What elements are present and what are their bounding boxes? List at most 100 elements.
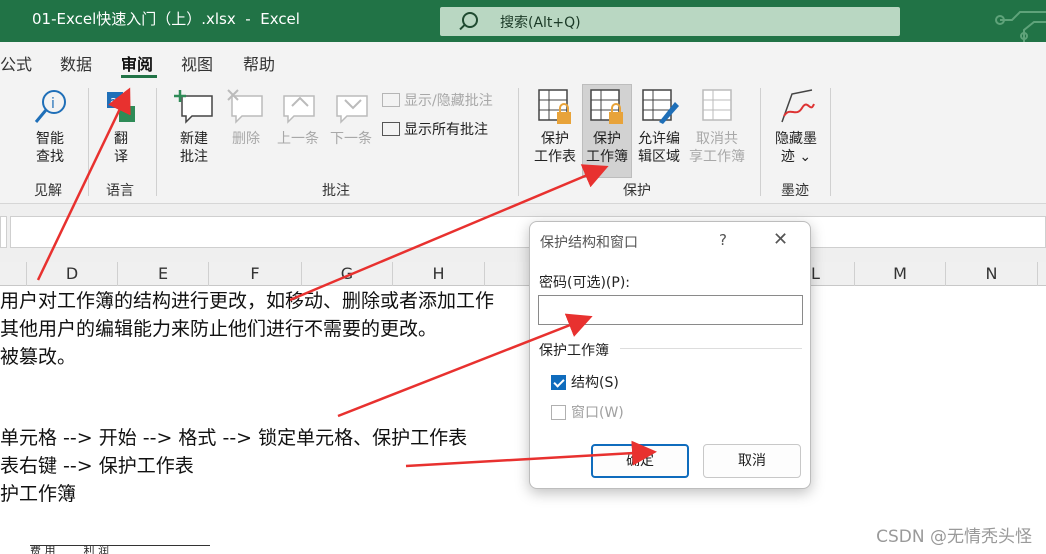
column-header-d[interactable]: D: [27, 262, 118, 286]
protect-workbook-button[interactable]: 保护 工作簿: [582, 84, 632, 178]
password-field[interactable]: [538, 295, 803, 325]
tab-review[interactable]: 审阅: [121, 51, 153, 75]
delete-comment-label: 删除: [232, 131, 260, 147]
search-icon: [462, 12, 478, 28]
unshare-workbook-icon: [697, 88, 737, 126]
ok-button[interactable]: 确定: [591, 444, 689, 478]
show-all-comments-button[interactable]: 显示所有批注: [382, 119, 488, 139]
cell-text-line: 其他用户的编辑能力来防止他们进行不需要的更改。: [0, 318, 438, 340]
column-header-m[interactable]: M: [855, 262, 946, 286]
translate-icon: a: [101, 88, 141, 126]
tab-formulas[interactable]: 公式: [0, 51, 32, 75]
delete-comment-button[interactable]: 删除: [224, 88, 268, 148]
comments-list-icon: [382, 122, 400, 136]
previous-comment-icon: [278, 88, 318, 126]
unshare-workbook-label: 取消共 享工作簿: [689, 131, 745, 165]
comment-toggle-icon: [382, 93, 400, 107]
column-header-n[interactable]: N: [946, 262, 1038, 286]
window-checkbox[interactable]: 窗口(W): [551, 402, 624, 422]
next-comment-icon: [331, 88, 371, 126]
structure-checkbox[interactable]: 结构(S): [551, 372, 619, 392]
group-divider: [88, 88, 89, 196]
allow-edit-ranges-label: 允许编 辑区域: [638, 131, 680, 165]
protect-workbook-label: 保护 工作簿: [586, 131, 628, 165]
next-comment-button[interactable]: 下一条: [326, 88, 376, 148]
group-label-insights: 见解: [34, 183, 62, 199]
translate-button[interactable]: a 翻 译: [98, 88, 144, 166]
new-comment-label: 新建 批注: [180, 131, 208, 165]
group-divider: [830, 88, 831, 196]
menu-bar: 公式 数据 审阅 视图 帮助: [0, 42, 1046, 82]
close-button[interactable]: ✕: [773, 229, 788, 250]
ribbon: i 智能 查找 a 翻 译 新建 批注 删除 上一条 下一条 显示/隐藏批注 显…: [0, 82, 1046, 204]
name-box[interactable]: [0, 216, 7, 248]
column-header-g[interactable]: G: [302, 262, 393, 286]
search-box[interactable]: 搜索(Alt+Q): [440, 7, 900, 36]
help-button[interactable]: ?: [719, 231, 727, 249]
allow-edit-ranges-button[interactable]: 允许编 辑区域: [634, 88, 684, 166]
group-label-protect: 保护: [623, 183, 651, 199]
group-divider: [518, 88, 519, 196]
column-headers: D E F G H L M N: [0, 262, 1046, 286]
cell-text-line: 护工作簿: [0, 483, 77, 505]
smart-lookup-button[interactable]: i 智能 查找: [24, 88, 76, 166]
group-divider: [760, 88, 761, 196]
protect-sheet-button[interactable]: 保护 工作表: [530, 88, 580, 166]
delete-comment-icon: [226, 88, 266, 126]
column-header-partial[interactable]: [0, 262, 27, 286]
unshare-workbook-button[interactable]: 取消共 享工作簿: [686, 88, 748, 166]
new-comment-button[interactable]: 新建 批注: [168, 88, 220, 166]
group-divider: [156, 88, 157, 196]
show-hide-comment-button[interactable]: 显示/隐藏批注: [382, 90, 493, 110]
protect-sheet-label: 保护 工作表: [534, 131, 576, 165]
hide-ink-button[interactable]: 隐藏墨 迹 ⌄: [770, 88, 822, 166]
protect-workbook-icon: [587, 88, 627, 126]
smart-lookup-label: 智能 查找: [36, 131, 64, 165]
checkbox-unchecked-icon: [551, 405, 566, 420]
new-comment-icon: [174, 88, 214, 126]
column-header-l[interactable]: L: [811, 262, 855, 286]
tab-help[interactable]: 帮助: [243, 51, 275, 75]
hide-ink-icon: [776, 88, 816, 126]
column-header-h[interactable]: H: [393, 262, 485, 286]
formula-input[interactable]: [10, 216, 1046, 248]
smart-lookup-icon: i: [30, 88, 70, 126]
group-label-language: 语言: [106, 183, 134, 199]
cell-text-line: 单元格 --> 开始 --> 格式 --> 锁定单元格、保护工作表: [0, 427, 468, 449]
checkbox-checked-icon: [551, 375, 566, 390]
protect-workbook-section-label: 保护工作簿: [539, 343, 609, 359]
worksheet-grid[interactable]: 用户对工作簿的结构进行更改，如移动、删除或者添加工作 其他用户的编辑能力来防止他…: [0, 286, 1046, 554]
search-placeholder: 搜索(Alt+Q): [500, 15, 581, 31]
dialog-title: 保护结构和窗口: [540, 235, 638, 251]
column-header-e[interactable]: E: [118, 262, 209, 286]
column-header-i[interactable]: [485, 262, 530, 286]
table-fragment: 费 用 利 润: [30, 545, 210, 554]
tab-view[interactable]: 视图: [181, 51, 213, 75]
cell-text-line: 表右键 --> 保护工作表: [0, 455, 194, 477]
previous-comment-label: 上一条: [277, 131, 319, 147]
structure-label: 结构(S): [571, 375, 619, 391]
section-divider: [620, 348, 802, 349]
document-title: 01-Excel快速入门（上）.xlsx - Excel: [32, 10, 300, 28]
group-label-ink: 墨迹: [781, 183, 809, 199]
cell-text-line: 用户对工作簿的结构进行更改，如移动、删除或者添加工作: [0, 290, 495, 312]
active-tab-indicator: [121, 75, 157, 78]
formula-bar-area: [0, 204, 1046, 262]
password-label: 密码(可选)(P):: [539, 275, 631, 291]
tab-data[interactable]: 数据: [60, 51, 92, 75]
allow-edit-ranges-icon: [639, 88, 679, 126]
title-bar: 01-Excel快速入门（上）.xlsx - Excel 搜索(Alt+Q): [0, 0, 1046, 42]
watermark: CSDN @无情秃头怪: [876, 527, 1032, 547]
protect-structure-dialog: 保护结构和窗口 ? ✕ 密码(可选)(P): 保护工作簿 结构(S) 窗口(W)…: [529, 221, 811, 489]
hide-ink-label: 隐藏墨 迹 ⌄: [775, 131, 817, 165]
protect-sheet-icon: [535, 88, 575, 126]
show-all-comments-label: 显示所有批注: [404, 122, 488, 138]
window-label: 窗口(W): [571, 405, 624, 421]
show-hide-comment-label: 显示/隐藏批注: [404, 93, 493, 109]
table-header-fragment: 费 用 利 润: [30, 546, 109, 554]
column-header-f[interactable]: F: [209, 262, 302, 286]
svg-text:i: i: [51, 96, 55, 112]
cancel-button[interactable]: 取消: [703, 444, 801, 478]
next-comment-label: 下一条: [330, 131, 372, 147]
previous-comment-button[interactable]: 上一条: [273, 88, 323, 148]
